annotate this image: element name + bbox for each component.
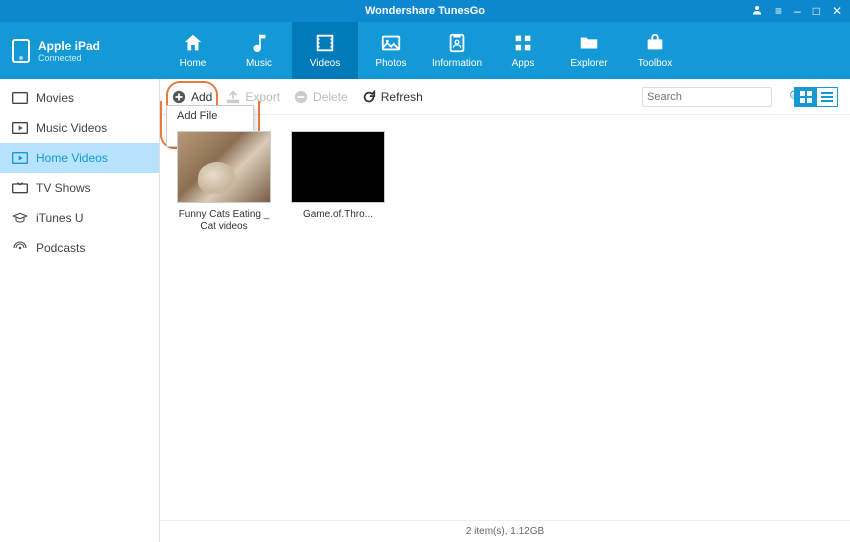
status-bar: 2 item(s), 1.12GB <box>160 520 850 542</box>
title-bar: Wondershare TunesGo ≡ – □ ✕ <box>0 0 850 22</box>
sidebar: Movies Music Videos Home Videos TV Shows… <box>0 79 160 542</box>
main-panel: Add Export Delete Refresh 🔍 <box>160 79 850 542</box>
video-item[interactable]: Funny Cats Eating _ Cat videos Compilati… <box>176 131 272 233</box>
tab-information[interactable]: Information <box>424 22 490 79</box>
sidebar-item-itunes-u[interactable]: iTunes U <box>0 203 159 233</box>
video-thumbnail <box>291 131 385 203</box>
tab-explorer[interactable]: Explorer <box>556 22 622 79</box>
video-caption: Funny Cats Eating _ Cat videos Compilati… <box>176 209 272 233</box>
user-icon[interactable] <box>751 4 763 18</box>
device-panel[interactable]: Apple iPad Connected <box>0 22 160 79</box>
refresh-icon <box>362 90 376 104</box>
video-item[interactable]: Game.of.Thro... <box>290 131 386 221</box>
nav-tabs: Home Music Videos Photos Information App… <box>160 22 688 79</box>
list-view-button[interactable] <box>816 87 838 107</box>
video-thumbnail <box>177 131 271 203</box>
maximize-button[interactable]: □ <box>813 5 820 17</box>
body: Movies Music Videos Home Videos TV Shows… <box>0 79 850 542</box>
device-name: Apple iPad <box>38 39 100 53</box>
export-button[interactable]: Export <box>226 90 280 104</box>
refresh-button[interactable]: Refresh <box>362 90 423 104</box>
minimize-button[interactable]: – <box>794 5 801 17</box>
sidebar-item-podcasts[interactable]: Podcasts <box>0 233 159 263</box>
export-icon <box>226 90 240 104</box>
minus-icon <box>294 90 308 104</box>
close-button[interactable]: ✕ <box>832 5 842 17</box>
menu-icon[interactable]: ≡ <box>775 5 782 17</box>
tab-photos[interactable]: Photos <box>358 22 424 79</box>
status-text: 2 item(s), 1.12GB <box>466 526 544 537</box>
tab-home[interactable]: Home <box>160 22 226 79</box>
sidebar-item-movies[interactable]: Movies <box>0 83 159 113</box>
grid-view-button[interactable] <box>794 87 816 107</box>
sidebar-item-music-videos[interactable]: Music Videos <box>0 113 159 143</box>
delete-button[interactable]: Delete <box>294 90 348 104</box>
tab-apps[interactable]: Apps <box>490 22 556 79</box>
view-toggle <box>794 87 838 107</box>
sidebar-item-home-videos[interactable]: Home Videos <box>0 143 159 173</box>
video-caption: Game.of.Thro... <box>303 209 373 221</box>
device-status: Connected <box>38 53 100 63</box>
app-title: Wondershare TunesGo <box>365 5 485 17</box>
search-input[interactable] <box>647 91 789 103</box>
tab-toolbox[interactable]: Toolbox <box>622 22 688 79</box>
tab-videos[interactable]: Videos <box>292 22 358 79</box>
tab-music[interactable]: Music <box>226 22 292 79</box>
sidebar-item-tv-shows[interactable]: TV Shows <box>0 173 159 203</box>
toolbar: Add Export Delete Refresh 🔍 <box>160 79 850 115</box>
add-button[interactable]: Add <box>172 90 212 104</box>
window-controls: ≡ – □ ✕ <box>751 0 842 22</box>
video-grid: Funny Cats Eating _ Cat videos Compilati… <box>160 115 850 520</box>
search-box[interactable]: 🔍 <box>642 87 772 107</box>
header-bar: Apple iPad Connected Home Music Videos P… <box>0 22 850 79</box>
plus-icon <box>172 90 186 104</box>
tablet-icon <box>12 39 30 63</box>
